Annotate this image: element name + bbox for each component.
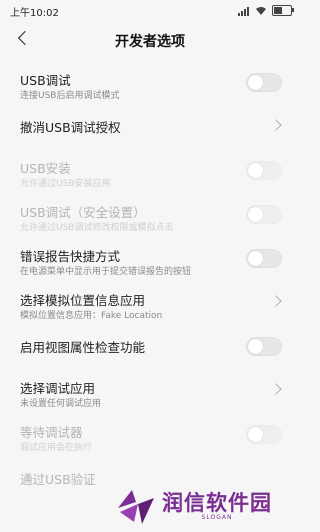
row-title: 启用视图属性检查功能 <box>20 340 146 355</box>
chevron-right-icon <box>270 119 282 131</box>
row-subtitle: 在电源菜单中显示用于提交错误报告的按钮 <box>20 267 192 277</box>
row-title: USB调试（安全设置） <box>20 205 146 220</box>
settings-list: USB调试连接USB后启用调试模式撤消USB调试授权 USB安装允许通过USB安装… <box>0 60 300 500</box>
row-subtitle: 调试应用会在执行 <box>20 443 93 453</box>
watermark-slogan: SLOGAN <box>201 513 233 521</box>
row-title: USB调试 <box>20 73 71 88</box>
page-title: 开发者选项 <box>115 34 185 50</box>
status-icons <box>238 5 294 16</box>
settings-row[interactable]: 撤消USB调试授权 <box>0 104 300 148</box>
watermark-name: 润信软件园 <box>162 490 272 515</box>
settings-row[interactable]: USB调试连接USB后启用调试模式 <box>0 60 300 104</box>
row-subtitle: 允许通过USB安装应用 <box>20 179 111 189</box>
toggle-knob <box>248 339 263 354</box>
watermark-logo: 润信软件园 SLOGAN <box>116 486 294 526</box>
toggle-switch <box>246 205 282 224</box>
settings-row[interactable]: 错误报告快捷方式在电源菜单中显示用于提交错误报告的按钮 <box>0 236 300 280</box>
row-title: 错误报告快捷方式 <box>20 249 121 264</box>
row-subtitle: 允许通过USB调试修改权限或模拟点击 <box>20 223 174 233</box>
chevron-right-icon <box>270 383 282 395</box>
toggle-switch[interactable] <box>246 337 282 356</box>
row-title: USB安装 <box>20 161 71 176</box>
toggle-switch <box>246 425 282 444</box>
settings-row: 等待调试器调试应用会在执行 <box>0 412 300 456</box>
toggle-switch[interactable] <box>246 73 282 92</box>
row-title: 通过USB验证 <box>20 472 96 487</box>
toggle-knob <box>248 207 263 222</box>
toggle-switch <box>246 161 282 180</box>
settings-row: USB安装允许通过USB安装应用 <box>0 148 300 192</box>
toggle-knob <box>248 251 263 266</box>
settings-row[interactable]: 选择模拟位置信息应用模拟位置信息应用：Fake Location <box>0 280 300 324</box>
row-title: 选择模拟位置信息应用 <box>20 293 146 308</box>
row-title: 等待调试器 <box>20 425 83 440</box>
toggle-knob <box>248 75 263 90</box>
battery-icon <box>272 5 294 16</box>
row-subtitle: 模拟位置信息应用：Fake Location <box>20 311 163 321</box>
toggle-knob <box>248 163 263 178</box>
wifi-icon <box>256 6 266 15</box>
signal-icon <box>238 6 250 16</box>
status-bar: 上午10:02 <box>0 0 300 22</box>
row-title: 选择调试应用 <box>20 381 96 396</box>
row-subtitle: 连接USB后启用调试模式 <box>20 91 120 101</box>
watermark-logo-icon <box>116 486 156 526</box>
chevron-right-icon <box>270 295 282 307</box>
settings-row[interactable]: 启用视图属性检查功能 <box>0 324 300 368</box>
settings-row: USB调试（安全设置） 允许通过USB调试修改权限或模拟点击 <box>0 192 300 236</box>
settings-row[interactable]: 选择调试应用未设置任何调试应用 <box>0 368 300 412</box>
toggle-knob <box>248 427 263 442</box>
row-subtitle: 未设置任何调试应用 <box>20 399 102 409</box>
header: 开发者选项 <box>0 22 300 58</box>
toggle-switch[interactable] <box>246 249 282 268</box>
status-time: 上午10:02 <box>10 8 59 19</box>
row-title: 撤消USB调试授权 <box>20 120 121 135</box>
